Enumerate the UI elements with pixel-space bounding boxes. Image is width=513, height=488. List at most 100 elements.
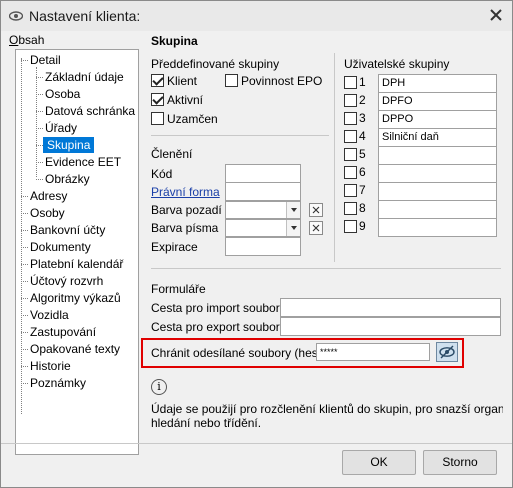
pravni-forma-input[interactable] (225, 182, 301, 201)
tree-item-node[interactable]: Účtový rozvrh (30, 273, 103, 289)
tree-connector (36, 179, 43, 180)
user-group-checkbox[interactable] (344, 94, 357, 107)
tree-item-node[interactable]: Adresy (30, 188, 67, 204)
tree-connector (36, 145, 43, 146)
aktivni-checkbox[interactable] (151, 93, 164, 106)
tree-connector (36, 67, 37, 177)
clear-barva-pisma-icon[interactable] (309, 221, 323, 235)
divider (151, 268, 501, 269)
user-group-checkbox[interactable] (344, 130, 357, 143)
tree-item-node[interactable]: Bankovní účty (30, 222, 105, 238)
klient-label: Klient (167, 74, 198, 88)
tree-label: Obsah (9, 33, 44, 47)
eye-icon (9, 11, 23, 21)
tree-item-node[interactable]: Základní údaje (45, 69, 124, 85)
kod-label: Kód (151, 167, 173, 181)
barva-pozadi-select[interactable] (225, 201, 301, 219)
tree-item-node[interactable]: Algoritmy výkazů (30, 290, 121, 306)
chevron-down-icon[interactable] (286, 220, 300, 236)
user-group-input[interactable] (378, 164, 497, 183)
user-group-input[interactable]: DPFO (378, 92, 497, 111)
user-group-number: 8 (359, 201, 366, 215)
user-groups-title: Uživatelské skupiny (344, 57, 450, 71)
user-group-number: 6 (359, 165, 366, 179)
tree-connector (36, 94, 43, 95)
tree-item-node[interactable]: Evidence EET (45, 154, 121, 170)
tree-item-node[interactable]: Platební kalendář (30, 256, 123, 272)
tree-connector (21, 247, 28, 248)
tree-item-node[interactable]: Dokumenty (30, 239, 91, 255)
export-path-input[interactable] (280, 317, 501, 336)
klient-checkbox[interactable] (151, 74, 164, 87)
user-group-number: 9 (359, 219, 366, 233)
formulare-title: Formuláře (151, 282, 206, 296)
expirace-label: Expirace (151, 240, 198, 254)
title-bar: Nastavení klienta: (1, 1, 512, 31)
user-group-checkbox[interactable] (344, 202, 357, 215)
tree-connector (21, 60, 28, 61)
tree-label-rest: bsah (18, 33, 45, 47)
povinnost-epo-label: Povinnost EPO (241, 74, 323, 88)
user-group-checkbox[interactable] (344, 112, 357, 125)
tree-item-node[interactable]: Datová schránka (45, 103, 135, 119)
import-path-input[interactable] (280, 298, 501, 317)
clear-barva-pozadi-icon[interactable] (309, 203, 323, 217)
uzamcen-checkbox[interactable] (151, 112, 164, 125)
tree-item-selected[interactable]: Skupina (43, 137, 95, 153)
user-group-checkbox[interactable] (344, 166, 357, 179)
user-group-input[interactable] (378, 182, 497, 201)
tree-item-node[interactable]: Zastupování (30, 324, 96, 340)
toggle-password-visibility-button[interactable] (436, 342, 458, 362)
tree-item-node[interactable]: Opakované texty (30, 341, 120, 357)
user-group-input[interactable]: DPH (378, 74, 497, 93)
window-title: Nastavení klienta: (29, 8, 141, 24)
tree-item-node[interactable]: Osoby (30, 205, 65, 221)
tree-connector (21, 281, 28, 282)
user-group-input[interactable] (378, 146, 497, 165)
user-group-checkbox[interactable] (344, 76, 357, 89)
eye-slash-icon (439, 345, 455, 359)
povinnost-epo-checkbox[interactable] (225, 74, 238, 87)
password-input[interactable]: ***** (316, 343, 430, 361)
tree-item-node[interactable]: Detail (30, 52, 61, 68)
storno-button[interactable]: Storno (423, 450, 497, 475)
tree-connector (36, 77, 43, 78)
password-label: Chránit odesílané soubory (heslo) (151, 346, 332, 360)
tree-connector (21, 298, 28, 299)
aktivni-label: Aktivní (167, 93, 204, 107)
tree-connector (21, 315, 28, 316)
tree-item-node[interactable]: Obrázky (45, 171, 90, 187)
tree-connector (21, 230, 28, 231)
user-group-number: 1 (359, 75, 366, 89)
user-group-number: 2 (359, 93, 366, 107)
user-group-checkbox[interactable] (344, 184, 357, 197)
tree-item-node[interactable]: Úřady (45, 120, 77, 136)
section-title: Skupina (151, 34, 198, 48)
tree-connector (21, 213, 28, 214)
user-group-input[interactable] (378, 200, 497, 219)
user-group-number: 5 (359, 147, 366, 161)
user-group-checkbox[interactable] (344, 220, 357, 233)
close-icon[interactable] (488, 7, 504, 23)
ok-button[interactable]: OK (342, 450, 416, 475)
user-group-checkbox[interactable] (344, 148, 357, 161)
tree-item-node[interactable]: Vozidla (30, 307, 69, 323)
user-group-input[interactable]: DPPO (378, 110, 497, 129)
kod-input[interactable] (225, 164, 301, 183)
info-text-line-1: Údaje se použijí pro rozčlenění klientů … (151, 402, 503, 416)
tree-item-node[interactable]: Poznámky (30, 375, 86, 391)
user-group-input[interactable]: Silniční daň (378, 128, 497, 147)
pravni-forma-link[interactable]: Právní forma (151, 185, 220, 199)
cleneni-title: Členění (151, 147, 193, 161)
predefined-groups-title: Předdefinované skupiny (151, 57, 280, 71)
barva-pisma-select[interactable] (225, 219, 301, 237)
tree-item-node[interactable]: Osoba (45, 86, 80, 102)
dialog-window: Nastavení klienta: Obsah Detail Základní … (0, 0, 513, 488)
expirace-input[interactable] (225, 237, 301, 256)
tree-item-node[interactable]: Historie (30, 358, 71, 374)
user-group-input[interactable] (378, 218, 497, 237)
chevron-down-icon[interactable] (286, 202, 300, 218)
info-text-line-2: hledání nebo třídění. (151, 416, 262, 430)
tree-connector (21, 349, 28, 350)
tree-connector (21, 58, 22, 414)
